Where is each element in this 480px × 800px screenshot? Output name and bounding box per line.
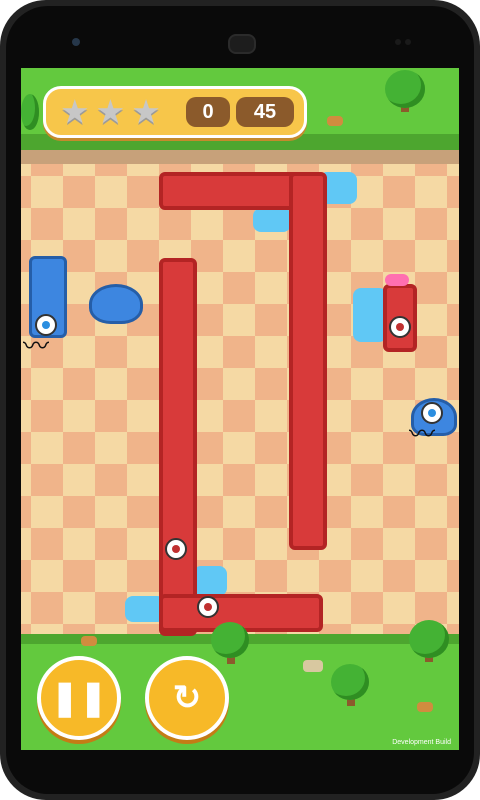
star-icon: ★ (95, 93, 126, 130)
water-puddle (193, 566, 227, 596)
pink-bow-icon (385, 274, 409, 286)
red-snake-segment[interactable] (289, 172, 327, 550)
pause-button[interactable]: ❚❚ (37, 656, 121, 740)
front-camera (72, 38, 80, 46)
rock (303, 660, 323, 672)
phone-frame: ★ ★ ★ 0 45 〰 〰 ❚❚ ↻ Development Build (0, 0, 480, 800)
restart-icon: ↻ (172, 679, 202, 717)
monster-eye (389, 316, 411, 338)
sensor-dot (395, 39, 401, 45)
moves-limit: 45 (236, 97, 294, 127)
star-icon: ★ (131, 93, 161, 130)
game-board[interactable] (21, 164, 459, 634)
earpiece-speaker (228, 34, 256, 54)
red-snake-segment[interactable] (159, 258, 197, 636)
stump-top (327, 116, 343, 126)
sensor-dot (405, 39, 411, 45)
dirt-strip (21, 150, 459, 164)
stump (81, 636, 97, 646)
mustache-icon: 〰 (23, 331, 50, 361)
blue-blob[interactable] (89, 284, 143, 324)
stump (417, 702, 433, 712)
build-label: Development Build (392, 739, 451, 746)
star-rating: ★ ★ ★ (60, 95, 180, 129)
restart-button[interactable]: ↻ (145, 656, 229, 740)
snake-eye (197, 596, 219, 618)
mustache-icon: 〰 (409, 419, 436, 449)
snake-eye (165, 538, 187, 560)
star-icon: ★ (60, 93, 90, 130)
pause-icon: ❚❚ (50, 679, 108, 717)
score-panel: ★ ★ ★ 0 45 (43, 86, 307, 138)
water-puddle (353, 288, 387, 342)
water-puddle (253, 208, 291, 232)
moves-counter: 0 (186, 97, 230, 127)
game-screen: ★ ★ ★ 0 45 〰 〰 ❚❚ ↻ Development Build (21, 68, 459, 750)
